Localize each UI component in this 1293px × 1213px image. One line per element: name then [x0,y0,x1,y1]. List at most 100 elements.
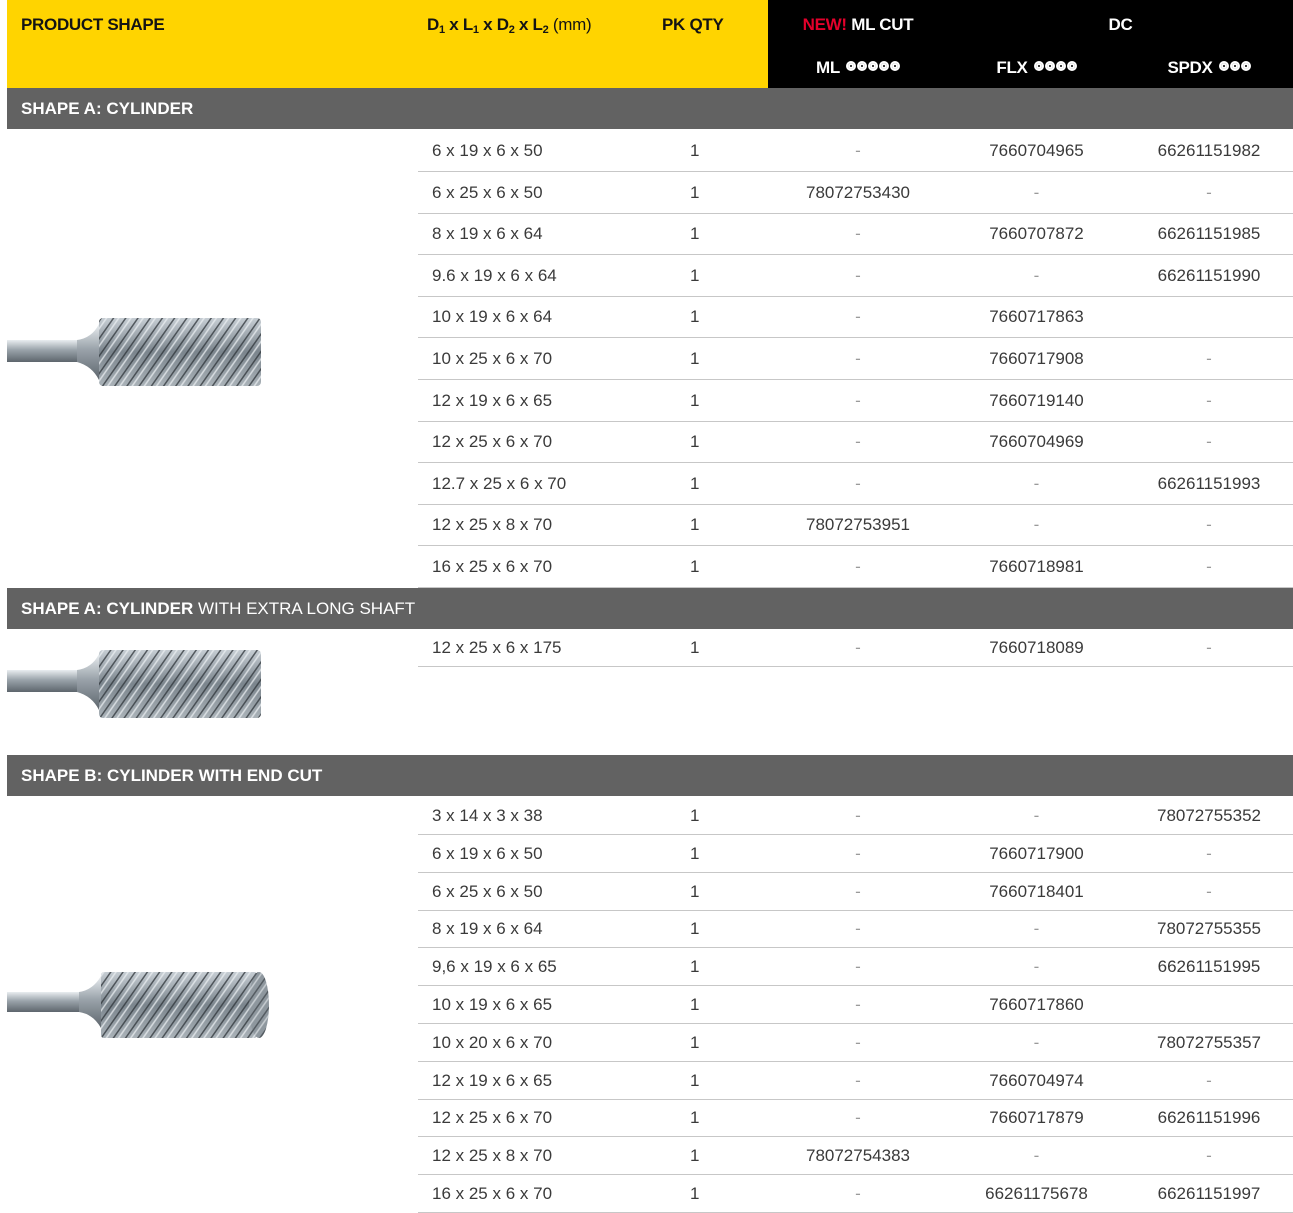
spdx-code-cell: - [1206,1071,1212,1090]
ml-cut-code-cell: - [855,1184,861,1203]
dimension-cell: 6 x 25 x 6 x 50 [432,882,543,901]
section-subtitle: WITH EXTRA LONG SHAFT [193,599,416,618]
cylinder-long-shaft-burr-image [7,650,261,718]
rating-dot-icon [856,61,867,71]
spdx-code-cell: 66261151996 [1157,1108,1261,1127]
spdx-label: SPDX [1167,58,1213,77]
spdx-code-cell: 66261151993 [1157,474,1261,493]
flx-code-cell: - [1033,183,1040,202]
cylinder-burr-image [7,318,261,386]
table-row: 12 x 25 x 8 x 70 1 78072753951 - - [418,504,1293,546]
flx-code-cell: 7660717863 [989,307,1084,326]
dimension-cell: 12.7 x 25 x 6 x 70 [432,474,567,493]
table-row: 10 x 20 x 6 x 70 1 - - 78072755357 [418,1024,1293,1062]
spdx-code-cell: - [1206,391,1212,410]
pk-qty-cell: 1 [690,557,700,576]
flx-label: FLX [996,58,1028,77]
dimension-cell: 12 x 19 x 6 x 65 [432,1071,553,1090]
table-row: 8 x 19 x 6 x 64 1 - - 78072755355 [418,910,1293,948]
rating-dot-icon [878,61,889,71]
flx-code-cell: - [1033,806,1040,825]
flx-code-cell: 7660717879 [989,1108,1084,1127]
ml-cut-code-cell: - [855,1033,861,1052]
pk-qty-cell: 1 [690,183,700,202]
table-row: 12 x 25 x 6 x 70 1 - 7660704969 - [418,421,1293,463]
pk-qty-cell: 1 [690,844,700,863]
spdx-code-cell: 66261151985 [1157,224,1261,243]
header-ml-cut: NEW! ML CUT [768,15,948,35]
table-row: 10 x 19 x 6 x 64 1 - 7660717863 [418,296,1293,338]
spdx-code-cell: - [1206,882,1212,901]
flx-code-cell: - [1033,515,1040,534]
spdx-code-cell: 66261151997 [1157,1184,1261,1203]
flx-code-cell: 66261175678 [985,1184,1088,1203]
ml-cut-code-cell: - [855,307,861,326]
table-row: 6 x 25 x 6 x 50 1 - 7660718401 - [418,873,1293,911]
ml-cut-code-cell: - [855,432,861,451]
ml-cut-code-cell: - [855,995,861,1014]
ml-cut-code-cell: - [855,638,861,657]
flx-code-cell: - [1033,1146,1040,1165]
table-row: 10 x 19 x 6 x 65 1 - 7660717860 [418,986,1293,1024]
table-row: 16 x 25 x 6 x 70 1 - 7660718981 - [418,546,1293,588]
ml-cut-code-cell: - [855,474,861,493]
table-row: 12 x 25 x 6 x 70 1 - 7660717879 66261151996 [418,1099,1293,1137]
ml-cut-code-cell: - [855,882,861,901]
spdx-code-cell: 66261151990 [1157,266,1261,285]
pk-qty-cell: 1 [690,391,700,410]
pk-qty-cell: 1 [690,1071,700,1090]
section-bar-shape-a-long: SHAPE A: CYLINDER WITH EXTRA LONG SHAFT [7,588,1293,629]
flx-code-cell: - [1033,1033,1040,1052]
flx-code-cell: 7660717908 [989,349,1084,368]
flx-code-cell: 7660707872 [989,224,1084,243]
pk-qty-cell: 1 [690,349,700,368]
spdx-code-cell: - [1206,432,1212,451]
table-row: 6 x 19 x 6 x 50 1 - 7660717900 - [418,835,1293,873]
ml-cut-code-cell: - [855,919,861,938]
pk-qty-cell: 1 [690,1108,700,1127]
header-black-band: NEW! ML CUT DC ML FLX SPDX [768,0,1293,88]
ml-cut-code-cell: - [855,224,861,243]
spdx-code-cell: - [1206,183,1212,202]
table-row: 10 x 25 x 6 x 70 1 - 7660717908 - [418,338,1293,380]
pk-qty-cell: 1 [690,919,700,938]
flx-code-cell: 7660717900 [989,844,1084,863]
dimension-cell: 12 x 25 x 8 x 70 [432,1146,553,1165]
spdx-code-cell: 66261151995 [1157,957,1261,976]
spdx-code-cell: 78072755355 [1156,919,1261,938]
pk-qty-cell: 1 [690,1184,700,1203]
flx-code-cell: 7660704965 [989,141,1084,160]
flx-code-cell: - [1033,266,1040,285]
spdx-code-cell: 66261151982 [1157,141,1261,160]
dimension-cell: 12 x 19 x 6 x 65 [432,391,553,410]
rating-dot-icon [1229,61,1240,71]
spdx-code-cell: 78072755352 [1156,806,1261,825]
ml-cut-code-cell: - [855,141,861,160]
pk-qty-cell: 1 [690,957,700,976]
table-header: PRODUCT SHAPE D1 x L1 x D2 x L2 (mm) PK … [0,0,1293,88]
flx-code-cell: 7660719140 [989,391,1084,410]
cylinder-end-cut-burr-image [7,972,269,1038]
dimension-cell: 10 x 19 x 6 x 65 [432,995,553,1014]
flx-code-cell: - [1033,474,1040,493]
table-row: 6 x 25 x 6 x 50 1 78072753430 - - [418,172,1293,214]
section-bar-shape-a: SHAPE A: CYLINDER [7,88,1293,129]
flx-code-cell: 7660718981 [989,557,1084,576]
header-product-shape: PRODUCT SHAPE [21,15,165,34]
table-row: 12 x 19 x 6 x 65 1 - 7660704974 - [418,1062,1293,1100]
pk-qty-cell: 1 [690,1033,700,1052]
pk-qty-cell: 1 [690,806,700,825]
spdx-code-cell: 78072755357 [1156,1033,1261,1052]
ml-cut-code-cell: - [855,266,861,285]
ml-cut-code-cell: - [855,391,861,410]
dimension-cell: 3 x 14 x 3 x 38 [432,806,543,825]
section-title: SHAPE A: CYLINDER [21,99,194,118]
rating-dot-icon [1066,61,1077,71]
spdx-code-cell: - [1206,638,1212,657]
table-row: 16 x 25 x 6 x 70 1 - 66261175678 66261151997 [418,1175,1293,1213]
dimension-cell: 8 x 19 x 6 x 64 [432,224,543,243]
table-row: 12 x 25 x 8 x 70 1 78072754383 - - [418,1137,1293,1175]
spdx-code-cell: - [1206,557,1212,576]
ml-cut-code-cell: - [855,349,861,368]
ml-cut-code-cell: - [855,557,861,576]
